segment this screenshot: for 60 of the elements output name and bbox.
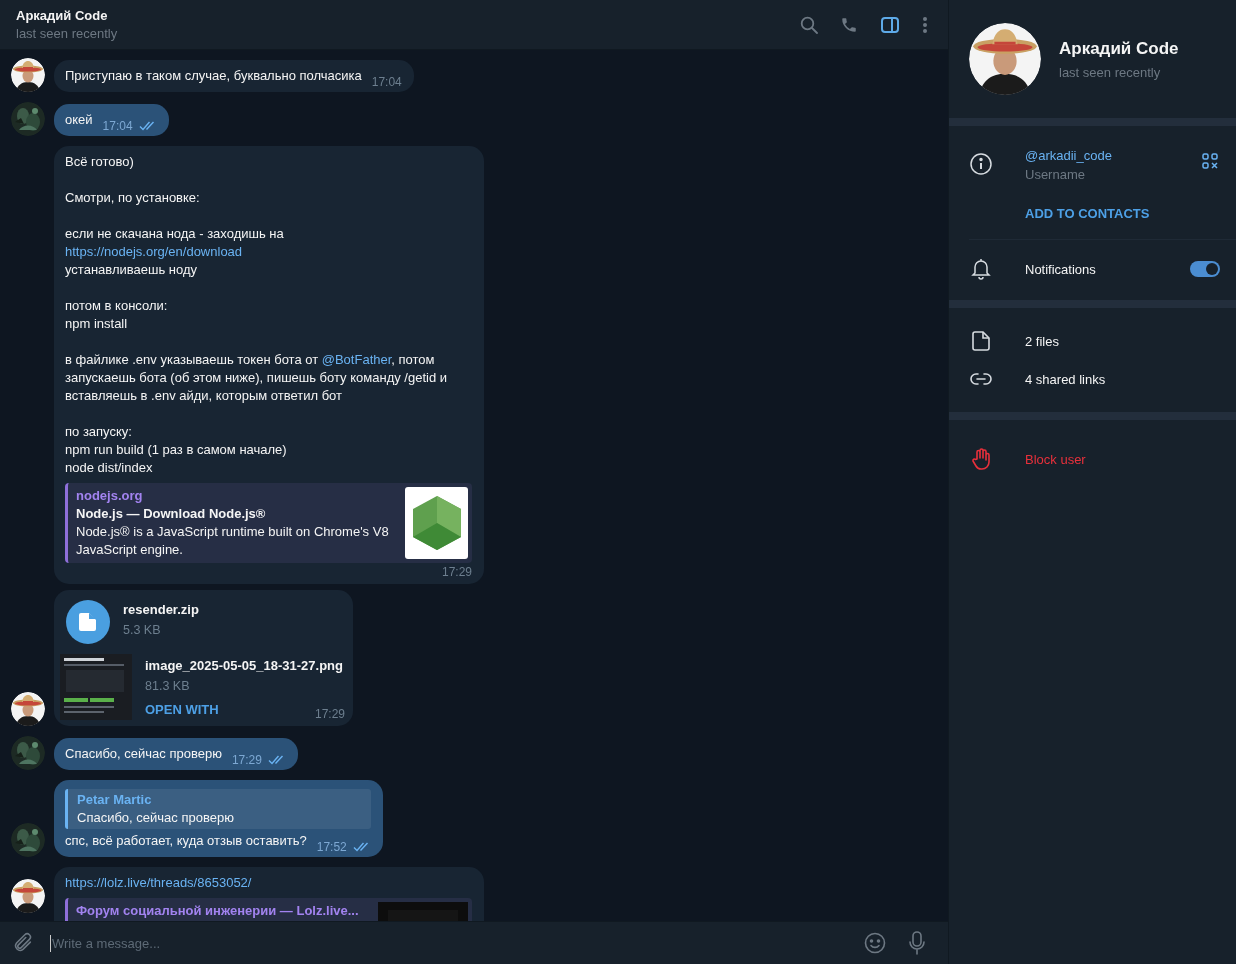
chat-status: last seen recently [16, 26, 119, 41]
attach-icon[interactable] [12, 932, 34, 954]
message-text: спс, всё работает, куда отзыв оставить? [65, 832, 307, 850]
open-with-button[interactable]: OPEN WITH [145, 701, 219, 719]
message-text: Приступаю в таком случае, буквально полчасика [65, 67, 362, 85]
message-text: потом в консоли: npm install [65, 297, 169, 333]
info-icon [970, 153, 992, 175]
file-size: 81.3 KB [145, 678, 190, 695]
file-icon [971, 330, 991, 352]
preview-site: nodejs.org [76, 487, 143, 505]
message-time: 17:04 [102, 119, 133, 133]
profile-name: Аркадий Code [1059, 38, 1179, 59]
sidebar-icon[interactable] [880, 15, 900, 34]
message-text: Всё готово) [65, 153, 135, 171]
phone-icon[interactable] [840, 15, 858, 34]
more-icon[interactable] [922, 15, 928, 34]
message-time: 17:04 [371, 75, 402, 89]
notifications-toggle[interactable] [1190, 261, 1220, 277]
reply-quote[interactable]: Petar Martic Спасибо, сейчас проверю [65, 789, 371, 829]
message-text: в файлике .env указываешь токен бота от @BotFather, потом запускаешь бота (об этом ниже), пишешь боту команду /getid и вставляешь в .env айди, которым ответил бот [65, 351, 448, 405]
microphone-icon[interactable] [908, 931, 926, 955]
link[interactable]: https://lolz.live/threads/8653052/ [65, 875, 252, 890]
file-icon[interactable] [66, 600, 110, 644]
shared-media-item[interactable]: 2 files [1025, 333, 1059, 349]
username[interactable]: @arkadii_code [1025, 148, 1112, 163]
profile-status: last seen recently [1059, 64, 1162, 80]
qr-code-icon[interactable] [1202, 153, 1218, 169]
link[interactable]: @BotFather [321, 352, 392, 367]
chat-title: Аркадий Code [16, 8, 109, 23]
link-preview[interactable]: nodejs.org Node.js — Download Node.js® Node.js® is a JavaScript runtime built on Chrome's V8 JavaScript engine. [65, 483, 472, 563]
link-preview[interactable]: Форум социальной инженерии — Lolz.live... [65, 898, 472, 921]
message-text: Спасибо, сейчас проверю [65, 745, 222, 763]
reply-author: Petar Martic [77, 791, 153, 809]
message-text: по запуску: npm run build (1 раз в самом начале) node dist/index [65, 423, 288, 477]
bell-icon [971, 258, 991, 280]
message-time: 17:29 [441, 565, 472, 579]
preview-title: Node.js — Download Node.js® [76, 505, 266, 523]
message-text: если не скачана нода - заходишь на https://nodejs.org/en/download устанавливаешь ноду [65, 225, 285, 279]
preview-site: Форум социальной инженерии — Lolz.live... [76, 902, 359, 920]
file-name[interactable]: image_2025-05-05_18-31-27.png [145, 657, 343, 675]
message-time: 17:29 [315, 707, 345, 721]
username-label: Username [1025, 167, 1085, 182]
link[interactable]: https://nodejs.org/en/download [65, 244, 243, 259]
message-text: Смотри, по установке: [65, 189, 201, 207]
hexagon-icon [410, 494, 463, 552]
message-time: 17:29 [231, 753, 262, 767]
emoji-icon[interactable] [864, 932, 886, 954]
hand-icon [971, 448, 991, 470]
message-time: 17:52 [316, 840, 347, 854]
preview-description: Node.js® is a JavaScript runtime built on Chrome's V8 JavaScript engine. [76, 523, 390, 559]
file-size: 5.3 KB [123, 622, 161, 639]
add-to-contacts-button[interactable]: ADD TO CONTACTS [1025, 206, 1150, 221]
link-icon [970, 372, 992, 386]
notifications-label: Notifications [1025, 261, 1096, 277]
file-name[interactable]: resender.zip [123, 601, 199, 619]
block-user-button[interactable]: Block user [1025, 451, 1086, 467]
search-icon[interactable] [800, 15, 818, 34]
message-text: окей [65, 111, 93, 129]
reply-text: Спасибо, сейчас проверю [77, 809, 235, 827]
shared-media-item[interactable]: 4 shared links [1025, 371, 1106, 387]
